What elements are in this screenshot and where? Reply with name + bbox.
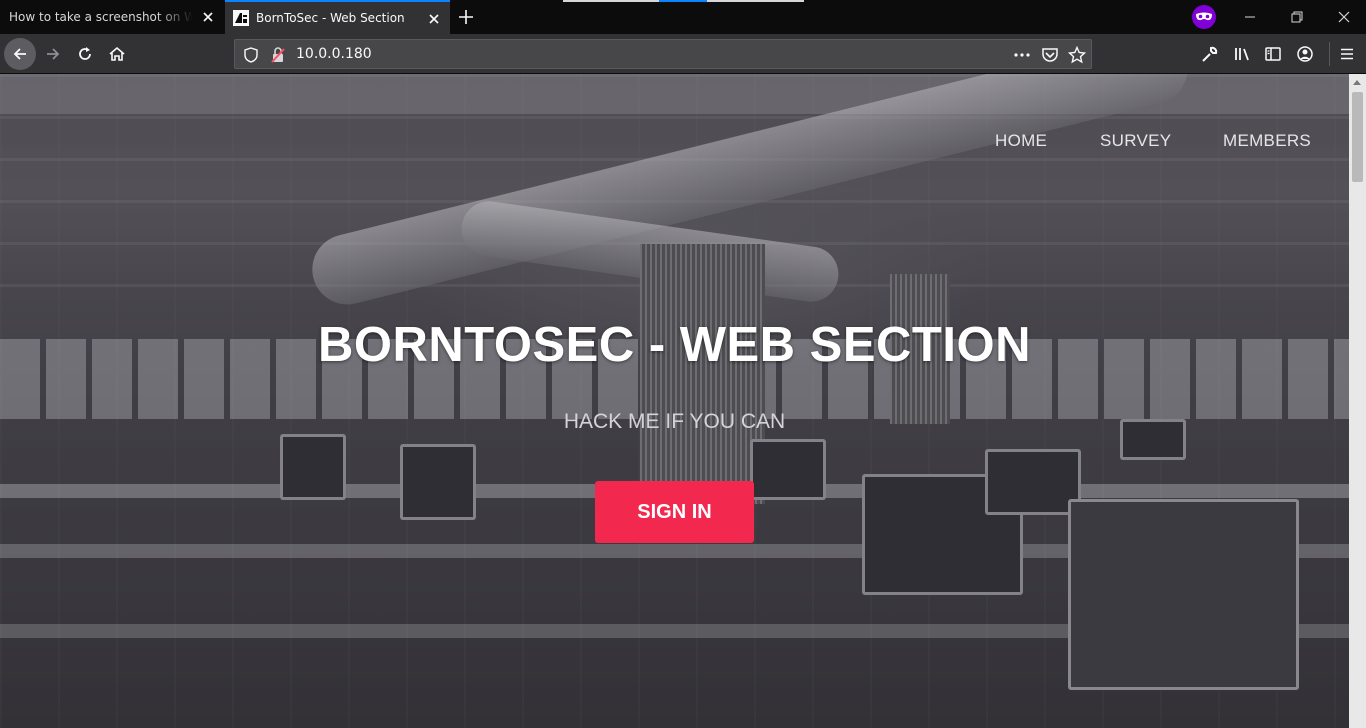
hero-background-monitor <box>985 449 1081 515</box>
close-icon[interactable] <box>426 11 442 27</box>
tab-screenshot-article[interactable]: How to take a screenshot on Windo <box>0 0 224 34</box>
minimize-icon[interactable] <box>1238 5 1262 29</box>
reload-button[interactable] <box>69 38 101 70</box>
site-favicon-icon <box>233 10 249 26</box>
toolbar-separator <box>1329 42 1330 66</box>
home-icon <box>109 46 125 61</box>
shield-icon[interactable] <box>242 46 260 64</box>
hero-background-monitor <box>400 444 476 520</box>
page-title: BORNTOSEC - WEB SECTION <box>318 318 1031 372</box>
hero-background-monitor <box>1068 499 1299 690</box>
back-arrow-icon <box>13 48 26 60</box>
tab-borntosec[interactable]: BornToSec - Web Section <box>225 0 450 34</box>
close-icon[interactable] <box>200 9 216 25</box>
hero-background-monitor <box>750 439 826 500</box>
window-close-icon[interactable] <box>1332 5 1356 29</box>
forward-button[interactable] <box>37 38 69 70</box>
sign-in-button[interactable]: SIGN IN <box>595 481 754 543</box>
nav-toolbar: 10.0.0.180 <box>0 34 1366 74</box>
home-button[interactable] <box>101 38 133 70</box>
title-bar-strip <box>563 0 804 2</box>
url-bar[interactable]: 10.0.0.180 <box>234 39 1092 69</box>
scrollbar-thumb[interactable] <box>1352 92 1363 182</box>
page-scrollbar[interactable] <box>1349 74 1366 728</box>
nav-members-link[interactable]: MEMBERS <box>1223 131 1311 151</box>
page-subtitle: HACK ME IF YOU CAN <box>563 410 786 433</box>
hero-background-column <box>640 244 765 504</box>
tab-title: How to take a screenshot on Windo <box>9 10 193 24</box>
scroll-up-arrow-icon[interactable] <box>1353 80 1361 85</box>
account-icon[interactable] <box>1296 45 1314 63</box>
url-text: 10.0.0.180 <box>296 46 372 62</box>
tab-bar: How to take a screenshot on Windo BornTo… <box>0 0 1366 34</box>
wrench-icon[interactable] <box>1201 45 1219 63</box>
private-mask-icon <box>1192 5 1216 29</box>
plus-icon[interactable] <box>456 7 476 27</box>
library-icon[interactable] <box>1233 45 1251 63</box>
sidebar-icon[interactable] <box>1264 45 1282 63</box>
back-button[interactable] <box>4 38 36 70</box>
forward-arrow-icon <box>47 48 60 60</box>
restore-icon[interactable] <box>1285 5 1309 29</box>
hero-section: HOME SURVEY MEMBERS BORNTOSEC - WEB SECT… <box>0 74 1349 728</box>
star-icon[interactable] <box>1068 46 1086 64</box>
menu-icon[interactable] <box>1338 45 1356 63</box>
nav-survey-link[interactable]: SURVEY <box>1100 131 1171 151</box>
more-icon[interactable] <box>1013 46 1031 64</box>
pocket-icon[interactable] <box>1041 46 1059 64</box>
hero-background-monitor <box>280 434 346 500</box>
insecure-lock-icon[interactable] <box>269 46 287 64</box>
reload-icon <box>79 47 91 60</box>
nav-home-link[interactable]: HOME <box>995 131 1047 151</box>
tab-title: BornToSec - Web Section <box>256 11 405 25</box>
